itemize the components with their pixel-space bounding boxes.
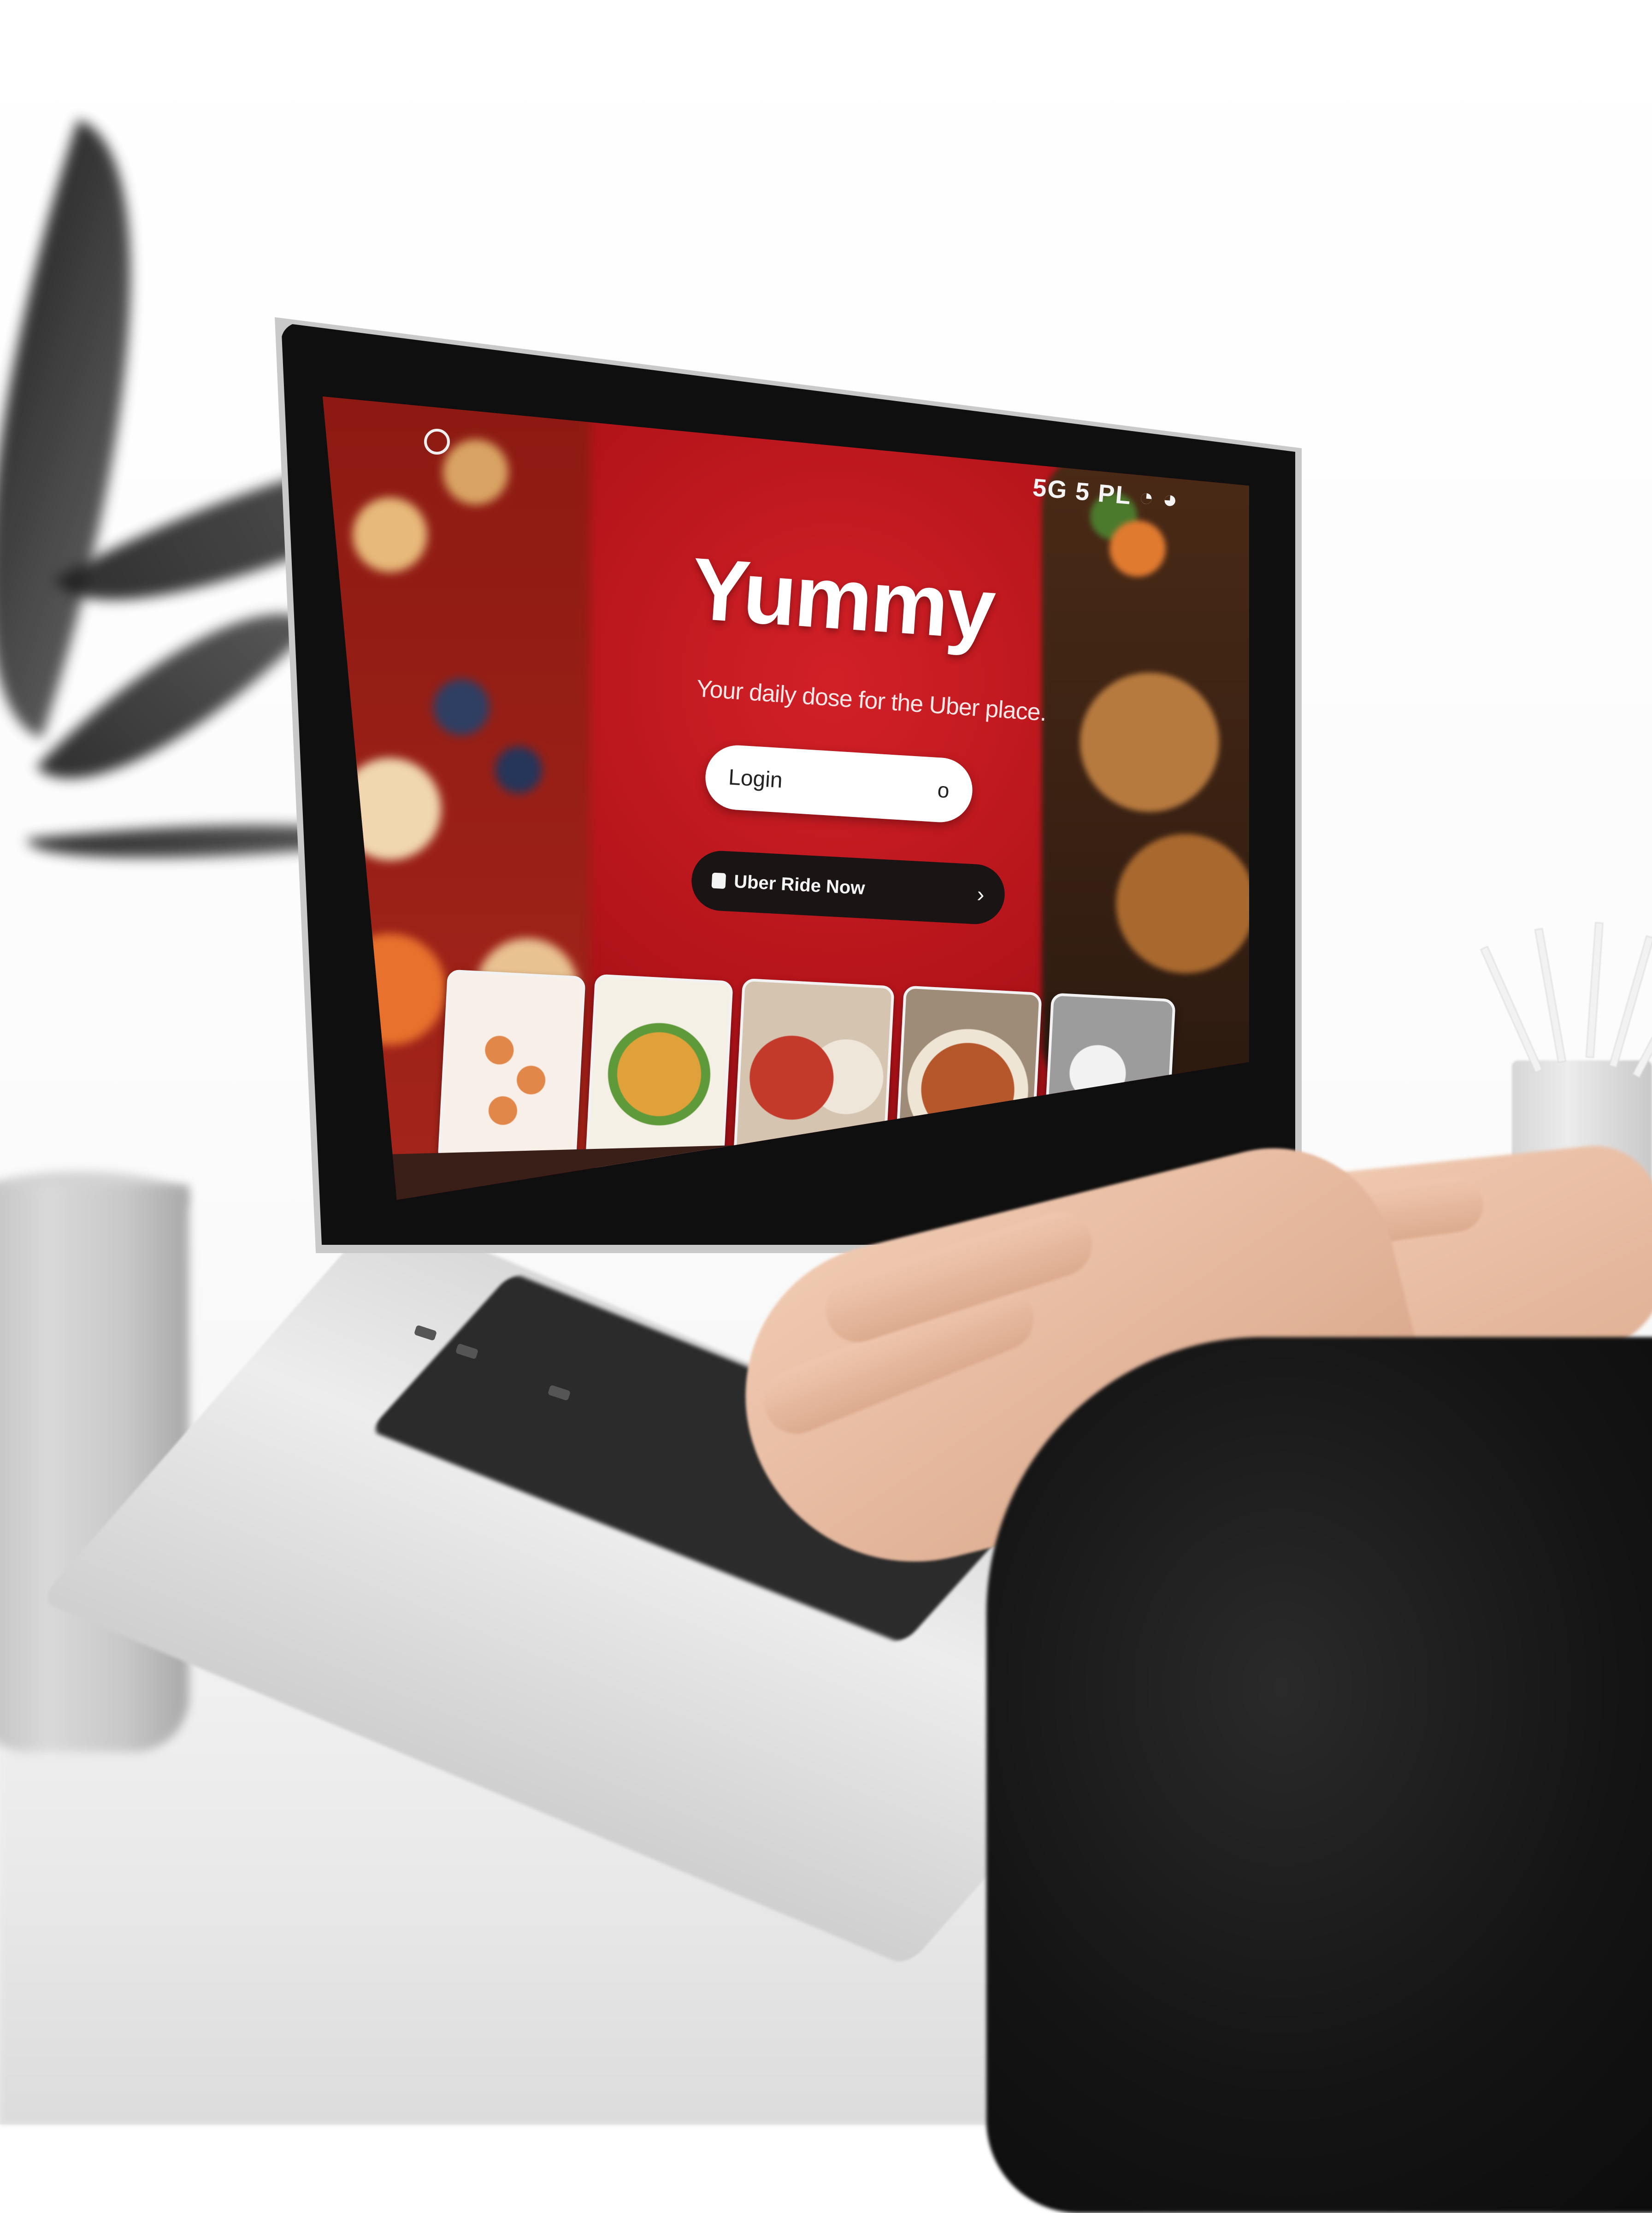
cta-label: Uber Ride Now bbox=[733, 871, 866, 899]
brand-title: Yummy bbox=[688, 539, 997, 658]
profile-icon[interactable] bbox=[424, 429, 450, 455]
sleeve bbox=[986, 1337, 1652, 2213]
login-label: Login bbox=[727, 764, 784, 793]
search-icon: o bbox=[937, 778, 950, 803]
chevron-down-icon: › bbox=[976, 882, 985, 907]
lock-icon bbox=[711, 872, 726, 889]
food-thumb[interactable] bbox=[437, 969, 586, 1170]
food-thumb[interactable] bbox=[585, 974, 733, 1175]
